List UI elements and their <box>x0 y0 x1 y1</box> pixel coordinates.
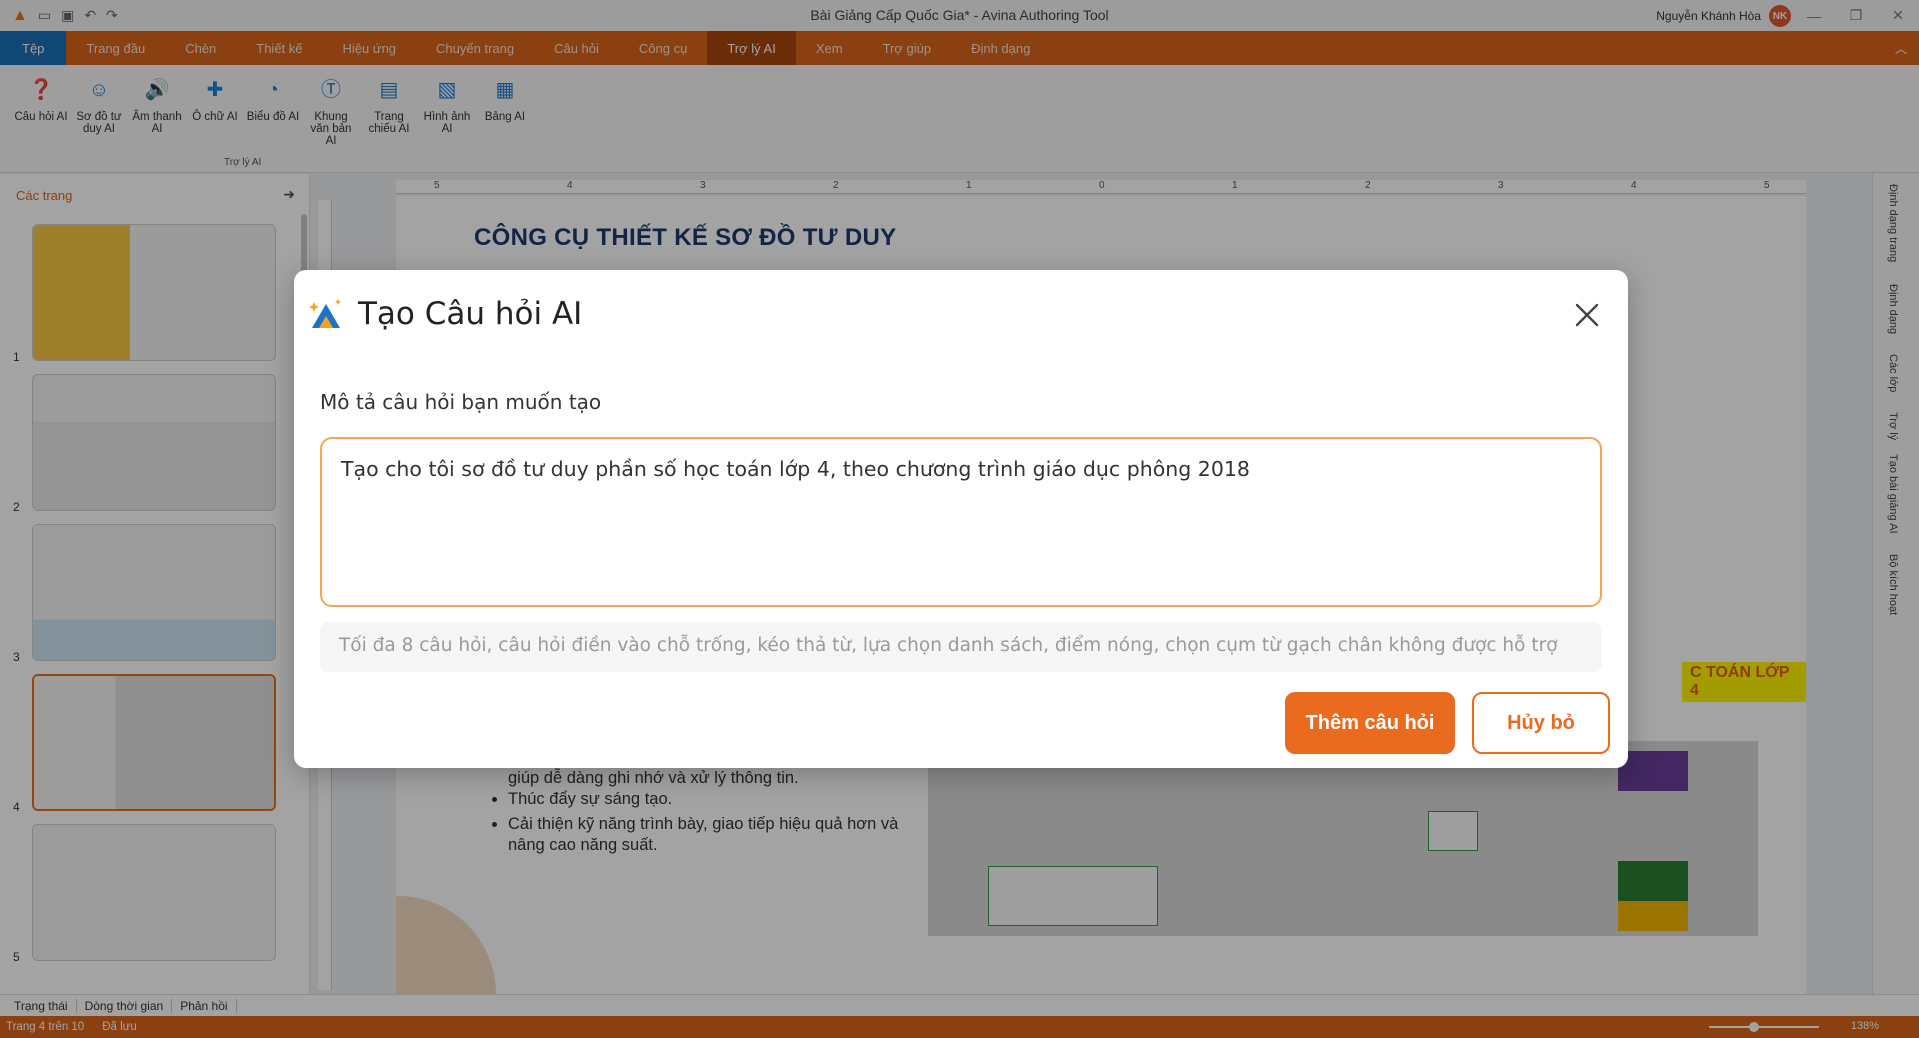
cancel-button[interactable]: Hủy bỏ <box>1472 692 1610 754</box>
dialog-title: Tạo Câu hỏi AI <box>358 296 583 332</box>
add-question-button[interactable]: Thêm câu hỏi <box>1285 692 1455 754</box>
close-dialog-button[interactable] <box>1570 298 1604 332</box>
close-icon <box>1575 303 1599 327</box>
dialog-header: Tạo Câu hỏi AI <box>308 296 582 332</box>
prompt-label: Mô tả câu hỏi bạn muốn tạo <box>320 390 602 414</box>
prompt-textarea[interactable]: Tạo cho tôi sơ đồ tư duy phần số học toá… <box>320 437 1602 607</box>
limitations-hint: Tối đa 8 câu hỏi, câu hỏi điền vào chỗ t… <box>320 622 1602 672</box>
ai-sparkle-logo-icon <box>308 296 344 332</box>
